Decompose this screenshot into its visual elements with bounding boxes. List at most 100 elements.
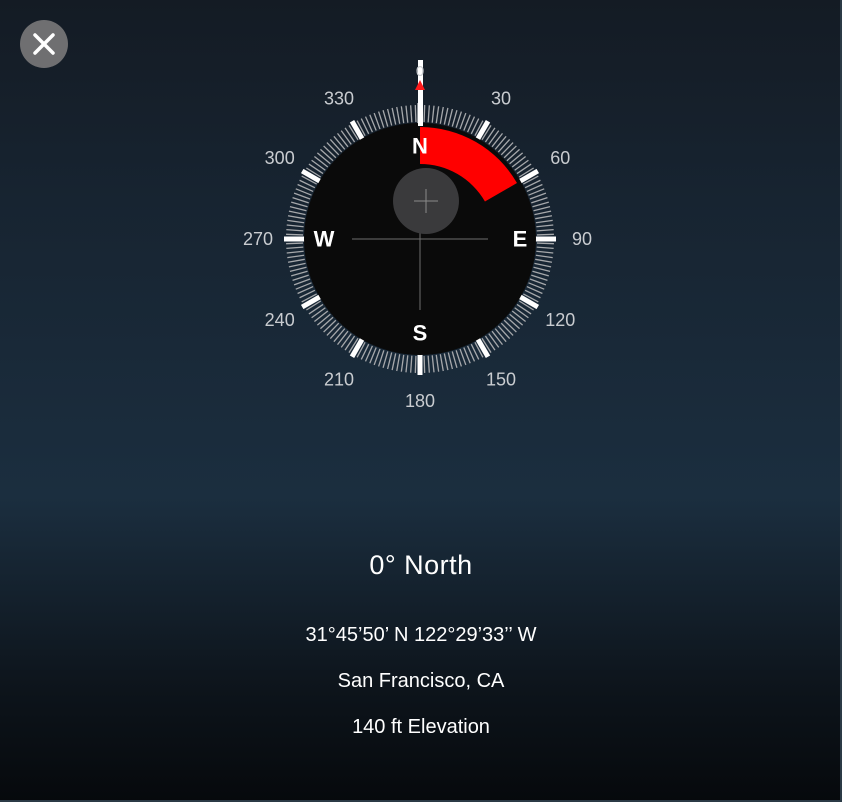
- minor-tick: [314, 155, 329, 168]
- degree-label-180: 180: [405, 391, 435, 411]
- minor-tick: [516, 303, 532, 315]
- minor-tick: [536, 229, 554, 232]
- minor-tick: [286, 250, 304, 254]
- minor-tick: [391, 107, 397, 125]
- minor-tick: [516, 163, 532, 175]
- minor-tick: [536, 242, 554, 245]
- elevation-text: 140 ft Elevation: [352, 716, 490, 738]
- minor-tick: [289, 266, 307, 273]
- minor-tick: [506, 148, 521, 162]
- minor-tick: [291, 201, 308, 208]
- minor-tick: [536, 246, 554, 249]
- minor-tick: [484, 335, 496, 351]
- minor-tick: [439, 106, 444, 124]
- cardinal-east: E: [513, 227, 528, 252]
- minor-tick: [414, 355, 417, 373]
- minor-tick: [289, 205, 307, 212]
- minor-tick: [533, 266, 551, 273]
- minor-tick: [511, 310, 526, 323]
- minor-tick: [535, 219, 553, 224]
- minor-tick: [286, 246, 304, 249]
- minor-tick: [503, 319, 517, 333]
- degree-label-60: 60: [550, 148, 570, 168]
- minor-tick: [535, 215, 553, 220]
- minor-tick: [484, 127, 496, 143]
- minor-tick: [534, 210, 552, 216]
- minor-tick: [423, 355, 426, 373]
- minor-tick: [439, 354, 444, 372]
- minor-tick: [336, 330, 349, 345]
- minor-tick: [292, 274, 309, 282]
- minor-tick: [396, 106, 401, 124]
- minor-tick: [329, 138, 343, 153]
- location-text: San Francisco, CA: [337, 670, 505, 692]
- heading-pointer-tip-icon: [415, 80, 425, 90]
- minor-tick: [287, 254, 305, 259]
- minor-tick: [494, 135, 507, 150]
- minor-tick: [532, 270, 549, 277]
- minor-tick: [286, 233, 304, 236]
- heading-pointer-label: 0: [416, 63, 424, 80]
- degree-label-210: 210: [324, 369, 354, 389]
- major-tick: [475, 119, 491, 141]
- minor-tick: [447, 352, 454, 370]
- degree-label-30: 30: [491, 89, 511, 109]
- minor-tick: [340, 333, 352, 348]
- minor-tick: [503, 145, 517, 159]
- minor-tick: [536, 250, 554, 254]
- minor-tick: [288, 262, 306, 268]
- degree-label-120: 120: [545, 310, 575, 330]
- minor-tick: [536, 224, 554, 228]
- compass: N E S W 30 60 90 120 150 180 210 240 270 300 330 0: [0, 0, 842, 430]
- minor-tick: [377, 350, 385, 367]
- minor-tick: [500, 322, 514, 336]
- minor-tick: [431, 355, 435, 373]
- minor-tick: [340, 130, 352, 145]
- minor-tick: [323, 145, 337, 159]
- major-tick: [518, 294, 540, 310]
- minor-tick: [443, 107, 449, 125]
- minor-tick: [286, 224, 304, 228]
- minor-tick: [533, 205, 551, 212]
- heading-readout: 0° North: [369, 550, 473, 580]
- major-tick: [475, 337, 491, 359]
- major-tick: [300, 168, 322, 184]
- minor-tick: [536, 233, 554, 236]
- minor-tick: [405, 355, 409, 373]
- minor-tick: [396, 354, 401, 372]
- minor-tick: [531, 274, 548, 282]
- minor-tick: [427, 105, 430, 123]
- minor-tick: [308, 303, 324, 315]
- minor-tick: [514, 307, 529, 319]
- minor-tick: [447, 108, 454, 126]
- minor-tick: [497, 325, 511, 340]
- cardinal-west: W: [314, 227, 335, 252]
- minor-tick: [391, 353, 397, 371]
- major-tick: [349, 337, 365, 359]
- minor-tick: [314, 310, 329, 323]
- minor-tick: [435, 354, 440, 372]
- minor-tick: [410, 105, 413, 123]
- minor-tick: [491, 330, 504, 345]
- minor-tick: [308, 163, 324, 175]
- minor-tick: [494, 328, 507, 343]
- minor-tick: [423, 105, 426, 123]
- minor-tick: [532, 201, 549, 208]
- minor-tick: [386, 108, 393, 126]
- minor-tick: [336, 133, 349, 148]
- minor-tick: [497, 138, 511, 153]
- coordinates-text: 31°45’50’ N 122°29’33’’ W: [305, 624, 537, 646]
- minor-tick: [400, 354, 405, 372]
- minor-tick: [292, 196, 309, 204]
- minor-tick: [287, 219, 305, 224]
- minor-tick: [382, 110, 389, 127]
- minor-tick: [488, 333, 500, 348]
- degree-label-270: 270: [243, 229, 273, 249]
- minor-tick: [311, 307, 326, 319]
- minor-tick: [435, 106, 440, 124]
- minor-tick: [319, 148, 334, 162]
- minor-tick: [410, 355, 413, 373]
- minor-tick: [344, 335, 356, 351]
- minor-tick: [535, 254, 553, 259]
- minor-tick: [377, 111, 385, 128]
